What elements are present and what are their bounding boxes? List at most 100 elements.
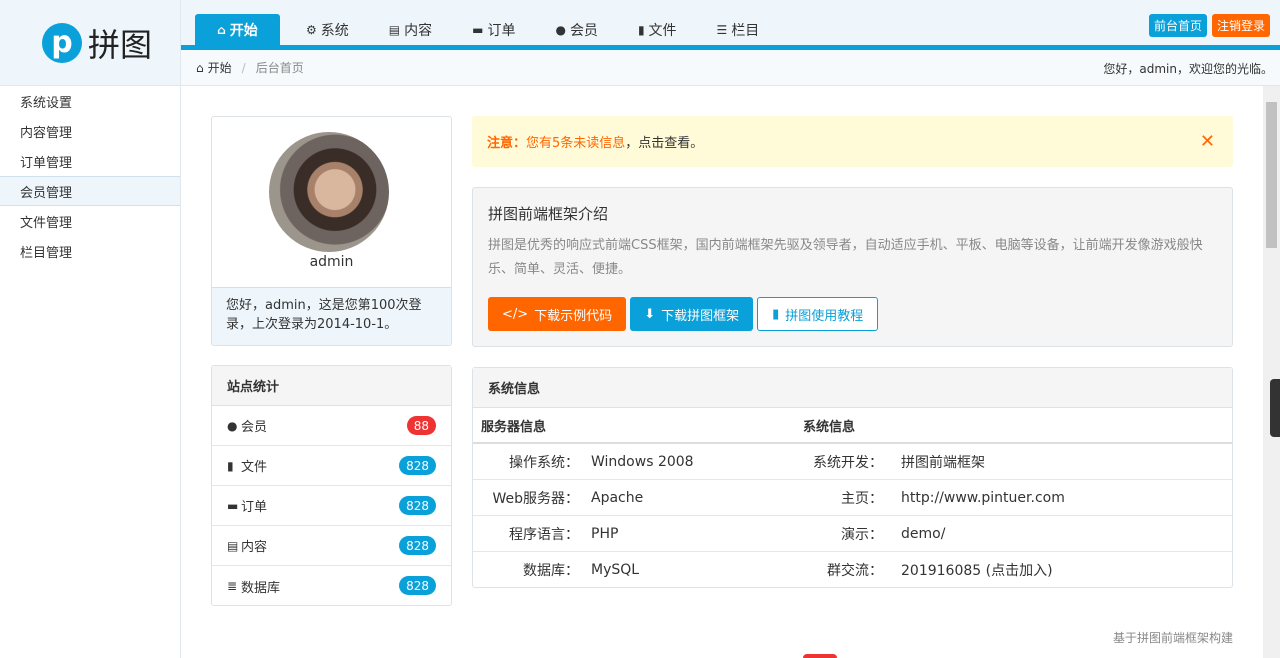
sidebar-item-system-settings[interactable]: 系统设置: [0, 86, 180, 116]
stat-label: 数据库: [241, 580, 281, 596]
nav-tab-columns[interactable]: ☰ 栏目: [703, 14, 774, 45]
row-value: Windows 2008: [591, 453, 694, 470]
profile-username: admin: [309, 254, 354, 270]
logout-button[interactable]: 注销登录: [1211, 14, 1270, 37]
table-row: 数据库： MySQL 群交流： 201916085 (点击加入): [473, 552, 1232, 588]
table-row: 操作系统： Windows 2008 系统开发： 拼图前端框架: [473, 444, 1232, 480]
stat-badge: 828: [399, 576, 436, 595]
join-group-link[interactable]: 201916085 (点击加入): [883, 560, 1053, 580]
site-stats-title: 站点统计: [212, 366, 451, 406]
top-buttons: 前台首页 注销登录: [1144, 14, 1270, 37]
download-framework-button[interactable]: ⬇ 下载拼图框架: [630, 297, 754, 331]
welcome-text: 您好，admin，欢迎您的光临。: [1103, 62, 1273, 76]
button-label: 下载拼图框架: [661, 308, 740, 324]
stat-label: 文件: [241, 460, 268, 475]
breadcrumb: ⌂ 开始 / 后台首页 您好，admin，欢迎您的光临。: [181, 50, 1280, 86]
login-message: 您好，admin，这是您第100次登录，上次登录为2014-10-1。: [212, 287, 451, 345]
gear-icon: ⚙: [306, 22, 317, 37]
breadcrumb-start[interactable]: 开始: [208, 59, 232, 76]
avatar: [269, 132, 389, 252]
demo-link[interactable]: demo/: [883, 526, 945, 542]
row-key: 演示：: [841, 526, 883, 543]
file-icon: ▮: [637, 22, 645, 37]
stat-label: 订单: [241, 500, 268, 515]
scrollbar-thumb[interactable]: [1266, 102, 1277, 248]
row-key: 数据库：: [523, 563, 579, 579]
home-icon: ⌂: [217, 22, 226, 37]
button-label: 下载示例代码: [534, 308, 613, 324]
nav-label: 开始: [229, 22, 258, 39]
stat-label: 会员: [241, 420, 268, 435]
button-label: 拼图使用教程: [785, 308, 864, 324]
file-icon: ▮: [772, 306, 780, 322]
floating-tab[interactable]: [803, 654, 837, 658]
notice-link[interactable]: ，点击查看。: [625, 132, 703, 151]
stat-row-database[interactable]: ≣ 数据库 828: [212, 566, 451, 606]
table-row: 程序语言： PHP 演示： demo/: [473, 516, 1232, 552]
breadcrumb-current: 后台首页: [255, 61, 304, 75]
row-value: MySQL: [591, 562, 640, 578]
nav-label: 栏目: [731, 22, 760, 39]
home-icon: ⌂: [196, 60, 204, 75]
user-icon: ●: [227, 418, 238, 433]
code-icon: </>: [502, 306, 529, 322]
system-info-header: 系统信息: [803, 419, 856, 435]
system-info-panel: 系统信息 服务器信息 系统信息 操作系统： Windows 2008 系统开发：…: [472, 367, 1233, 588]
row-value: PHP: [591, 525, 619, 542]
row-value: 拼图前端框架: [901, 454, 985, 471]
stat-row-members[interactable]: ● 会员 88: [212, 406, 451, 446]
nav-tab-members[interactable]: ● 会员: [541, 14, 611, 45]
database-icon: ≣: [227, 579, 238, 593]
nav-label: 文件: [648, 22, 677, 39]
stat-row-content[interactable]: ▤ 内容 828: [212, 526, 451, 566]
system-info-header-row: 服务器信息 系统信息: [473, 408, 1232, 444]
homepage-link[interactable]: http://www.pintuer.com: [883, 490, 1065, 506]
unread-notice[interactable]: 注意： 您有5条未读信息 ，点击查看。 ✕: [472, 116, 1233, 167]
stat-label: 内容: [241, 540, 268, 555]
user-icon: ●: [555, 22, 566, 37]
download-icon: ⬇: [644, 306, 656, 322]
stat-badge: 828: [399, 496, 436, 515]
sidebar-item-members[interactable]: 会员管理: [0, 176, 180, 206]
intro-title: 拼图前端框架介绍: [488, 205, 609, 223]
nav-tab-files[interactable]: ▮ 文件: [624, 14, 691, 45]
nav-tab-orders[interactable]: ▬ 订单: [458, 14, 529, 45]
row-key: 群交流：: [827, 563, 883, 579]
file-icon: ▤: [388, 22, 401, 37]
logo-text: 拼图: [88, 25, 153, 64]
stat-badge: 828: [399, 536, 436, 555]
logo[interactable]: p 拼图: [0, 0, 181, 86]
row-key: 程序语言：: [509, 526, 579, 543]
scrollbar[interactable]: [1263, 86, 1280, 658]
sidebar-item-columns[interactable]: 栏目管理: [0, 236, 180, 266]
cart-icon: ▬: [227, 498, 239, 513]
stat-row-orders[interactable]: ▬ 订单 828: [212, 486, 451, 526]
close-icon[interactable]: ✕: [1200, 131, 1215, 152]
sidebar-item-orders[interactable]: 订单管理: [0, 146, 180, 176]
nav-label: 会员: [569, 22, 598, 39]
file-text-icon: ▤: [227, 538, 239, 553]
server-info-header: 服务器信息: [481, 419, 547, 435]
sidebar-item-files[interactable]: 文件管理: [0, 206, 180, 236]
nav-tab-content[interactable]: ▤ 内容: [375, 14, 446, 45]
breadcrumb-separator: /: [241, 60, 246, 75]
main-nav: ⌂ 开始 ⚙ 系统 ▤ 内容 ▬ 订单 ● 会员 ▮ 文件 ☰ 栏目: [195, 14, 785, 45]
stat-badge: 828: [399, 456, 436, 475]
notice-text: 您有5条未读信息: [526, 136, 626, 151]
footer-text: 基于拼图前端框架构建: [1112, 631, 1233, 645]
frontend-home-button[interactable]: 前台首页: [1148, 14, 1207, 37]
nav-tab-system[interactable]: ⚙ 系统: [292, 14, 363, 45]
tutorial-button[interactable]: ▮ 拼图使用教程: [757, 297, 879, 331]
nav-label: 订单: [487, 22, 516, 39]
intro-text: 拼图是优秀的响应式前端CSS框架，国内前端框架先驱及领导者，自动适应手机、平板、…: [488, 238, 1203, 277]
framework-intro-panel: 拼图前端框架介绍 拼图是优秀的响应式前端CSS框架，国内前端框架先驱及领导者，自…: [472, 187, 1233, 347]
top-navbar: ⌂ 开始 ⚙ 系统 ▤ 内容 ▬ 订单 ● 会员 ▮ 文件 ☰ 栏目 前台首页 注销登录: [181, 0, 1280, 50]
site-stats-panel: 站点统计 ● 会员 88 ▮ 文件 828 ▬ 订单 828 ▤ 内容 828 …: [211, 365, 452, 606]
stat-row-files[interactable]: ▮ 文件 828: [212, 446, 451, 486]
nav-tab-start[interactable]: ⌂ 开始: [195, 14, 280, 45]
side-widget[interactable]: [1270, 379, 1280, 437]
download-sample-code-button[interactable]: </> 下载示例代码: [488, 297, 627, 331]
profile-card: admin 您好，admin，这是您第100次登录，上次登录为2014-10-1…: [211, 116, 452, 346]
sidebar-item-content[interactable]: 内容管理: [0, 116, 180, 146]
nav-label: 系统: [320, 22, 349, 39]
